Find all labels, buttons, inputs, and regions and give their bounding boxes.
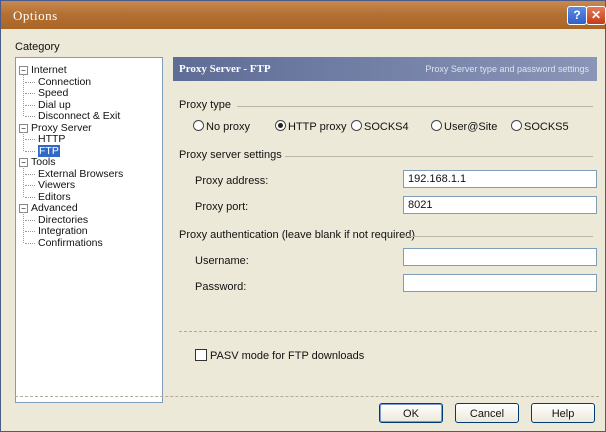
tree-item-tools[interactable]: − Tools [19,156,56,168]
radio-label: SOCKS4 [364,121,409,133]
proxy-port-label: Proxy port: [195,201,249,213]
tree-item-http[interactable]: HTTP [25,133,66,145]
tree-item-speed[interactable]: Speed [25,87,69,99]
tree-connector [25,219,35,221]
tree-item-label: HTTP [38,133,66,145]
tree-item-label: Editors [38,190,71,203]
password-label: Password: [195,281,247,293]
radio-http-proxy[interactable]: HTTP proxy [275,120,346,133]
tree-item-label: FTP [38,144,60,157]
radio-no-proxy[interactable]: No proxy [193,120,250,133]
tree-item-label: Speed [38,87,69,99]
tree-connector [25,150,35,152]
close-button[interactable]: ✕ [586,6,606,25]
tree-item-label: External Browsers [38,167,124,180]
tree-connector [25,196,35,198]
category-tree[interactable]: − Internet Connection Speed Dial up Disconnec… [15,57,163,403]
tree-connector [23,166,24,197]
tree-connector [25,231,35,232]
tree-item-editors[interactable]: Editors [25,190,71,203]
tree-item-label: Advanced [31,202,78,214]
tree-connector [25,104,35,106]
ok-button[interactable]: OK [379,403,443,423]
tree-item-connection[interactable]: Connection [25,75,92,88]
tree-item-internet[interactable]: − Internet [19,64,67,76]
tree-item-label: Directories [38,213,89,226]
tree-item-advanced[interactable]: − Advanced [19,202,78,214]
radio-user-at-site[interactable]: User@Site [431,120,497,133]
username-label: Username: [195,255,249,267]
proxy-address-input[interactable]: 192.168.1.1 [403,170,597,188]
help-title-button[interactable]: ? [567,6,587,25]
tree-connector [25,81,35,83]
divider [179,331,597,332]
proxy-type-label: Proxy type [179,99,231,111]
radio-socks5[interactable]: SOCKS5 [511,120,569,133]
proxy-address-label: Proxy address: [195,175,269,187]
tree-item-proxy-server[interactable]: − Proxy Server [19,122,92,134]
tree-connector [23,74,24,116]
proxy-auth-label: Proxy authentication (leave blank if not… [179,229,416,241]
panel-title: Proxy Server - FTP [179,63,271,75]
radio-label: No proxy [206,121,251,133]
tree-item-disconnect-exit[interactable]: Disconnect & Exit [25,110,121,122]
tree-connector [25,173,35,175]
divider [401,236,593,237]
tree-connector [25,242,35,244]
tree-item-label: Tools [31,156,56,168]
tree-item-label: Integration [38,225,88,237]
username-input[interactable] [403,248,597,266]
tree-item-label: Connection [38,75,92,88]
tree-item-ftp[interactable]: FTP [25,144,60,157]
panel-subtitle: Proxy Server type and password settings [425,64,589,74]
tree-item-label: Internet [31,64,67,76]
radio-socks4[interactable]: SOCKS4 [351,120,409,133]
tree-item-external-browsers[interactable]: External Browsers [25,167,124,180]
options-dialog: Options ? ✕ Category − Internet Connection… [0,0,606,432]
tree-connector [25,185,35,186]
tree-connector [25,139,35,140]
tree-item-label: Dial up [38,98,71,111]
tree-connector [23,212,24,243]
tree-item-confirmations[interactable]: Confirmations [25,236,103,249]
tree-connector [23,131,24,151]
cancel-button[interactable]: Cancel [455,403,519,423]
pasv-checkbox[interactable]: PASV mode for FTP downloads [195,349,364,362]
help-button[interactable]: Help [531,403,595,423]
checkbox-box[interactable] [195,349,207,361]
radio-circle[interactable] [351,120,362,131]
tree-item-directories[interactable]: Directories [25,213,89,226]
tree-item-label: Proxy Server [31,121,92,134]
tree-item-label: Viewers [38,179,76,191]
radio-circle[interactable] [275,120,286,131]
proxy-settings-label: Proxy server settings [179,149,282,161]
category-label: Category [15,41,60,53]
proxy-port-input[interactable]: 8021 [403,196,597,214]
tree-item-viewers[interactable]: Viewers [25,179,76,191]
password-input[interactable] [403,274,597,292]
radio-label: HTTP proxy [288,121,347,133]
panel-banner: Proxy Server - FTP Proxy Server type and… [173,57,597,81]
divider [237,106,593,107]
radio-circle[interactable] [511,120,522,131]
radio-label: User@Site [444,121,498,133]
tree-item-label: Disconnect & Exit [38,110,121,122]
tree-connector [25,93,35,94]
title-bar[interactable]: Options ? ✕ [1,1,606,29]
settings-panel: Proxy Server - FTP Proxy Server type and… [173,57,597,393]
tree-item-dial-up[interactable]: Dial up [25,98,71,111]
tree-connector [25,116,35,117]
divider [15,396,599,397]
radio-label: SOCKS5 [524,121,569,133]
tree-item-label: Confirmations [38,236,103,249]
divider [285,156,593,157]
tree-item-integration[interactable]: Integration [25,225,88,237]
window-title: Options [13,8,58,23]
radio-circle[interactable] [431,120,442,131]
radio-circle[interactable] [193,120,204,131]
pasv-label: PASV mode for FTP downloads [210,350,365,362]
